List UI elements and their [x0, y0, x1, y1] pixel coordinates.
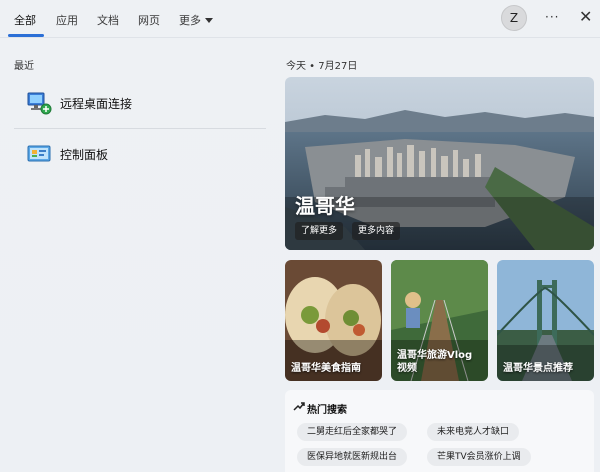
- divider: [14, 128, 266, 129]
- hot-search-item[interactable]: 未来电竞人才缺口: [427, 423, 520, 441]
- recent-title: 最近: [14, 61, 34, 72]
- tab-all[interactable]: 全部: [14, 12, 36, 28]
- trending-icon: [293, 402, 305, 411]
- learn-more-button[interactable]: 了解更多: [295, 222, 344, 240]
- chevron-down-icon: [205, 17, 213, 23]
- card-attractions[interactable]: 温哥华景点推荐: [497, 260, 594, 381]
- hot-search-item[interactable]: 二舅走红后全家都哭了: [297, 423, 408, 441]
- card-title: 温哥华旅游Vlog视频: [397, 350, 473, 374]
- recent-item-label: 远程桌面连接: [60, 97, 133, 111]
- hot-search-title: 热门搜索: [307, 405, 347, 416]
- tab-apps[interactable]: 应用: [56, 12, 78, 28]
- recent-item-label: 控制面板: [60, 148, 109, 162]
- top-bar: 全部 应用 文档 网页 更多 Z ··· ✕: [0, 0, 600, 38]
- today-date: 今天 • 7月27日: [286, 61, 358, 72]
- recent-item-remote-desktop[interactable]: 远程桌面连接: [26, 86, 266, 122]
- card-travel-vlog[interactable]: 温哥华旅游Vlog视频: [391, 260, 488, 381]
- hot-search-item[interactable]: 芒果TV会员涨价上调: [427, 448, 531, 466]
- avatar[interactable]: Z: [501, 5, 527, 31]
- close-icon[interactable]: ✕: [579, 7, 592, 26]
- tab-web[interactable]: 网页: [138, 12, 160, 28]
- card-title: 温哥华美食指南: [291, 363, 361, 374]
- hot-search-panel: 热门搜索 二舅走红后全家都哭了 未来电竞人才缺口 医保异地就医新规出台 芒果TV…: [285, 390, 594, 472]
- recent-item-control-panel[interactable]: 控制面板: [26, 137, 266, 173]
- active-tab-indicator: [8, 34, 44, 37]
- card-title: 温哥华景点推荐: [503, 363, 573, 374]
- tab-more[interactable]: 更多: [179, 12, 213, 28]
- tab-more-label: 更多: [179, 14, 201, 27]
- hero-title: 温哥华: [295, 194, 355, 218]
- card-food-guide[interactable]: 温哥华美食指南: [285, 260, 382, 381]
- remote-desktop-icon: [27, 92, 52, 115]
- more-options-icon[interactable]: ···: [545, 10, 559, 24]
- more-content-button[interactable]: 更多内容: [352, 222, 401, 240]
- hot-search-item[interactable]: 医保异地就医新规出台: [297, 448, 408, 466]
- tab-documents[interactable]: 文档: [97, 12, 119, 28]
- control-panel-icon: [27, 145, 51, 162]
- hero-card[interactable]: 温哥华 了解更多 更多内容: [285, 77, 594, 250]
